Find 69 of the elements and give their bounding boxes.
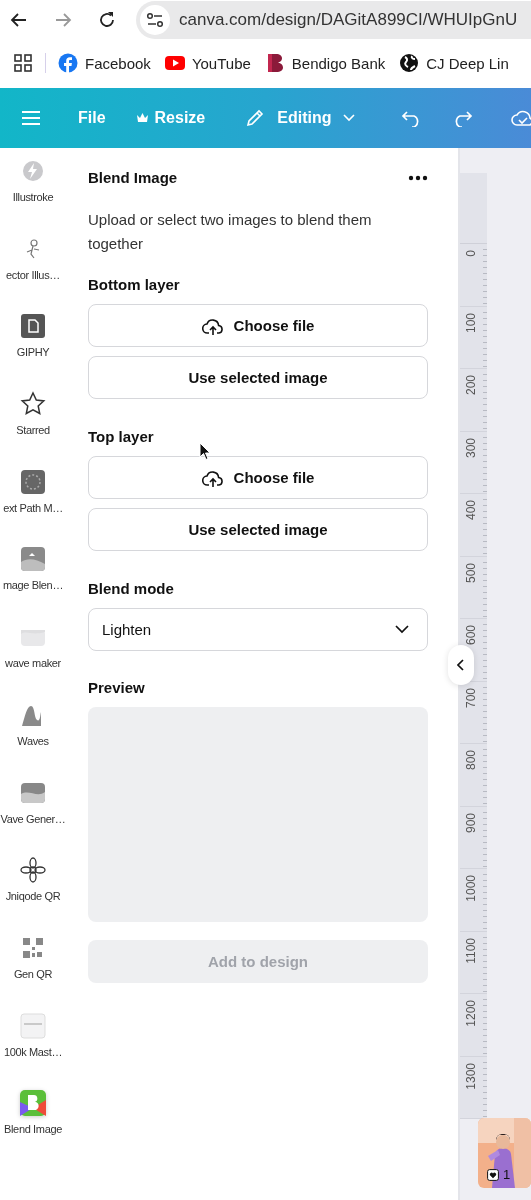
crown-icon bbox=[135, 112, 149, 124]
app-item[interactable]: Blend Image bbox=[0, 1090, 66, 1168]
section-label: Preview bbox=[88, 679, 146, 696]
chevron-down-icon bbox=[343, 114, 356, 122]
app-item[interactable]: Starred bbox=[0, 391, 66, 469]
pencil-icon bbox=[245, 108, 266, 128]
app-item[interactable]: 100k Mast… bbox=[0, 1012, 66, 1091]
ruler-label: 300 bbox=[464, 437, 478, 458]
ruler-label: 0 bbox=[464, 250, 478, 257]
ruler-label: 1000 bbox=[464, 875, 478, 902]
app-icon bbox=[20, 158, 46, 184]
app-item[interactable]: mage Blen… bbox=[0, 546, 66, 625]
app-item[interactable]: Waves bbox=[0, 701, 66, 780]
ruler-label: 200 bbox=[464, 375, 478, 396]
collapse-panel-button[interactable] bbox=[448, 645, 474, 685]
app-icon bbox=[20, 391, 46, 418]
choose-file-button[interactable]: Choose file bbox=[88, 304, 428, 347]
section-label: Bottom layer bbox=[88, 276, 181, 293]
ruler-label: 100 bbox=[464, 312, 478, 333]
app-icon bbox=[20, 546, 46, 573]
ruler-label: 900 bbox=[464, 812, 478, 833]
section-label: Top layer bbox=[88, 428, 155, 445]
ruler-label: 700 bbox=[464, 687, 478, 708]
bookmark[interactable]: YouTube bbox=[164, 51, 251, 75]
back-icon[interactable] bbox=[10, 11, 28, 29]
apps-icon[interactable] bbox=[13, 53, 33, 73]
description-text: Upload or select two images to blend them together bbox=[88, 210, 373, 254]
cursor-icon bbox=[199, 442, 211, 460]
bookmark[interactable]: Facebook bbox=[58, 51, 151, 75]
panel-title: Blend Image bbox=[88, 169, 178, 186]
ruler-label: 1200 bbox=[464, 1000, 478, 1027]
cloud-check-icon[interactable] bbox=[511, 109, 531, 127]
section-label: Blend mode bbox=[88, 580, 175, 597]
ruler-label: 1100 bbox=[464, 937, 478, 964]
like-count: 1 bbox=[503, 1167, 511, 1182]
ruler-label: 800 bbox=[464, 750, 478, 771]
page-thumbnail[interactable]: 1 bbox=[478, 1118, 531, 1188]
ruler-label: 400 bbox=[464, 500, 478, 521]
address-bar[interactable]: canva.com/design/DAGitA899CI/WHUIpGnU bbox=[136, 1, 531, 39]
chevron-left-icon bbox=[457, 659, 465, 671]
site-settings-icon[interactable] bbox=[140, 5, 170, 35]
app-icon bbox=[20, 1012, 46, 1039]
app-item[interactable]: Jniqode QR bbox=[0, 857, 66, 935]
globe-icon bbox=[399, 53, 420, 73]
app-item[interactable]: Vave Gener… bbox=[0, 779, 66, 858]
use-selected-image-button[interactable]: Use selected image bbox=[88, 508, 428, 551]
reload-icon[interactable] bbox=[98, 11, 116, 29]
more-icon[interactable] bbox=[408, 174, 428, 181]
app-icon bbox=[20, 468, 46, 495]
bookmark[interactable]: CJ Deep Lin bbox=[399, 51, 509, 75]
choose-file-button[interactable]: Choose file bbox=[88, 456, 428, 499]
circle-logo-icon bbox=[58, 53, 78, 73]
blend-mode-dropdown[interactable]: Lighten bbox=[88, 608, 428, 651]
app-icon bbox=[20, 313, 46, 340]
ruler-label: 500 bbox=[464, 562, 478, 583]
ruler-label: 1300 bbox=[464, 1062, 478, 1090]
app-item[interactable]: wave maker bbox=[0, 624, 66, 702]
app-item[interactable]: Illustroke bbox=[0, 158, 66, 236]
app-item[interactable]: GIPHY bbox=[0, 313, 66, 392]
chevron-down-icon bbox=[395, 625, 409, 634]
app-item[interactable]: ext Path M… bbox=[0, 468, 66, 547]
app-icon bbox=[20, 1090, 46, 1117]
use-selected-image-button[interactable]: Use selected image bbox=[88, 356, 428, 399]
app-item[interactable]: ector Illus… bbox=[0, 235, 66, 314]
play-logo-icon bbox=[164, 53, 185, 73]
app-icon bbox=[20, 857, 46, 884]
ruler-label: 600 bbox=[464, 625, 478, 646]
bookmark[interactable]: Bendigo Bank bbox=[264, 51, 386, 75]
app-item[interactable]: Gen QR bbox=[0, 934, 66, 1013]
